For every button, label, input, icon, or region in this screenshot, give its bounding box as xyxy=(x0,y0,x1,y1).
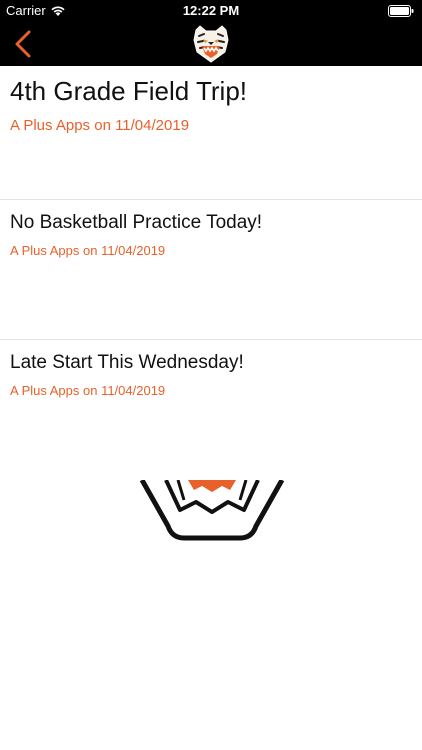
announcement-meta: A Plus Apps on 11/04/2019 xyxy=(10,243,166,258)
nav-bar xyxy=(0,22,422,66)
announcement-meta: A Plus Apps on 11/04/2019 xyxy=(10,117,190,134)
announcement-title: Late Start This Wednesday! xyxy=(10,352,244,373)
tiger-watermark-image xyxy=(138,478,286,542)
announcement-meta: A Plus Apps on 11/04/2019 xyxy=(10,383,166,398)
status-bar: Carrier 12:22 PM xyxy=(0,0,422,22)
tiger-logo xyxy=(190,24,232,64)
battery-icon xyxy=(388,5,414,20)
announcement-title: 4th Grade Field Trip! xyxy=(10,76,247,106)
announcement-item[interactable]: Late Start This Wednesday! A Plus Apps o… xyxy=(0,340,422,440)
app-screen: Carrier 12:22 PM 4th Grade Field Trip! A… xyxy=(0,0,422,750)
clock: 12:22 PM xyxy=(182,3,240,18)
announcement-feed: 4th Grade Field Trip! A Plus Apps on 11/… xyxy=(0,66,422,440)
chevron-left-icon xyxy=(15,30,31,58)
back-button[interactable] xyxy=(12,28,36,60)
app-header: Carrier 12:22 PM xyxy=(0,0,422,66)
announcement-title: No Basketball Practice Today! xyxy=(10,212,263,233)
announcement-item[interactable]: 4th Grade Field Trip! A Plus Apps on 11/… xyxy=(0,66,422,200)
announcement-item[interactable]: No Basketball Practice Today! A Plus App… xyxy=(0,200,422,340)
